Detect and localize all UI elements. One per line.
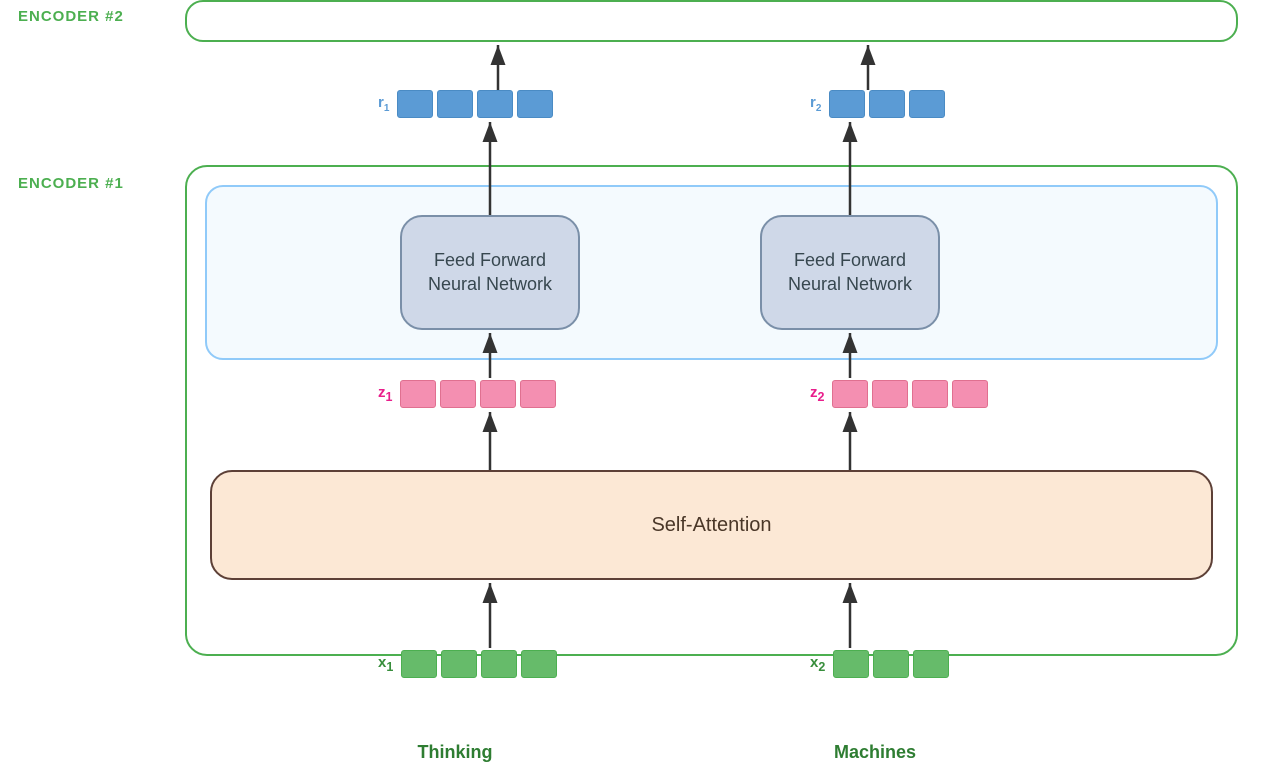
r2-group: r2: [810, 90, 945, 118]
z2-block-3: [912, 380, 948, 408]
r2-block-3: [909, 90, 945, 118]
x2-block-3: [913, 650, 949, 678]
x2-group: x2: [810, 650, 949, 678]
z2-group: z2: [810, 380, 988, 408]
r1-block-3: [477, 90, 513, 118]
z1-block-1: [400, 380, 436, 408]
x2-block-1: [833, 650, 869, 678]
x1-label: x1: [378, 654, 393, 674]
z2-block-1: [832, 380, 868, 408]
ffnn-box-2: Feed ForwardNeural Network: [760, 215, 940, 330]
encoder2-box: [185, 0, 1238, 42]
x1-block-3: [481, 650, 517, 678]
r2-label: r2: [810, 94, 821, 114]
encoder2-label: ENCODER #2: [18, 8, 124, 25]
z2-block-4: [952, 380, 988, 408]
z1-label: z1: [378, 384, 392, 404]
word-thinking: Thinking: [418, 742, 493, 763]
x1-block-2: [441, 650, 477, 678]
word-machines: Machines: [834, 742, 916, 763]
x1-group: x1: [378, 650, 557, 678]
x2-label: x2: [810, 654, 825, 674]
r1-block-1: [397, 90, 433, 118]
z1-block-4: [520, 380, 556, 408]
x1-block-1: [401, 650, 437, 678]
self-attention-box: Self-Attention: [210, 470, 1213, 580]
z2-label: z2: [810, 384, 824, 404]
encoder1-label: ENCODER #1: [18, 175, 124, 192]
x2-block-2: [873, 650, 909, 678]
r2-block-2: [869, 90, 905, 118]
ffnn-inner-box: [205, 185, 1218, 360]
diagram-container: ENCODER #2 ENCODER #1 Feed ForwardNeural…: [0, 0, 1268, 771]
z1-block-3: [480, 380, 516, 408]
ffnn-box-1: Feed ForwardNeural Network: [400, 215, 580, 330]
r2-block-1: [829, 90, 865, 118]
z1-block-2: [440, 380, 476, 408]
r1-group: r1: [378, 90, 553, 118]
z1-group: z1: [378, 380, 556, 408]
x1-block-4: [521, 650, 557, 678]
z2-block-2: [872, 380, 908, 408]
r1-block-2: [437, 90, 473, 118]
r1-block-4: [517, 90, 553, 118]
r1-label: r1: [378, 94, 389, 114]
